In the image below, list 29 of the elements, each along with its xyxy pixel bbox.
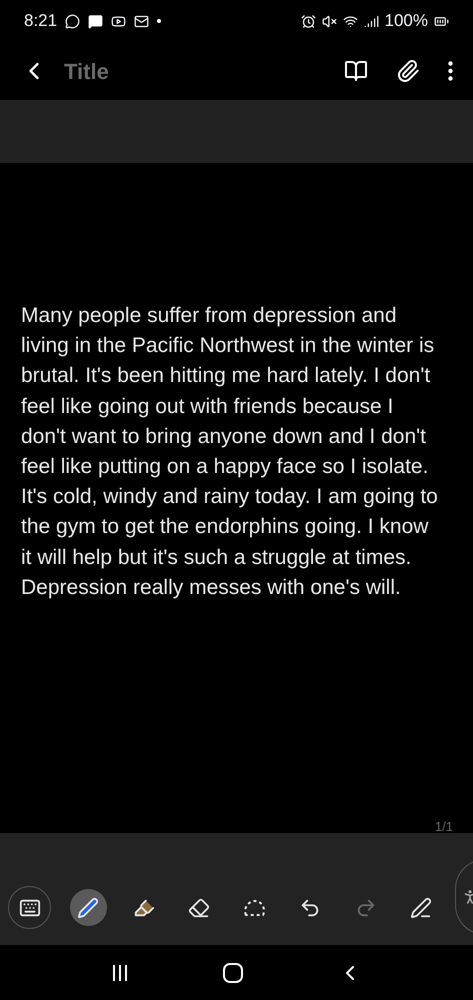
- wifi-icon: [342, 14, 358, 28]
- status-time: 8:21: [24, 10, 58, 32]
- paperclip-icon: [396, 59, 420, 83]
- message-icon: [88, 14, 104, 28]
- attach-button[interactable]: [396, 59, 420, 83]
- keyboard-tool-button[interactable]: [8, 886, 51, 929]
- home-button[interactable]: [223, 962, 244, 982]
- highlighter-icon: [132, 896, 155, 918]
- signal-icon: [364, 14, 379, 28]
- mail-icon: [134, 14, 150, 28]
- pen-tool-button[interactable]: [70, 889, 107, 926]
- video-icon: [111, 14, 126, 28]
- note-text: Many people suffer from depression and living in the Pacific Northwest in the winter is brutal. It's been hitting me hard lately. I don't feel like going out with friends because I don't want to bring anyone down and I don't feel like putting on a happy face so I isolate. It's cold, windy and rainy today. I am going to the gym to get the endorphins going. I know it will help but it's such a struggle at times. Depression really messes with one's will.: [20, 303, 439, 601]
- page-count: 1/1: [434, 818, 453, 836]
- home-icon: [223, 962, 244, 982]
- title-field[interactable]: Title: [64, 54, 264, 88]
- pen-icon: [77, 896, 100, 918]
- book-icon: [344, 59, 368, 83]
- more-icon: [448, 61, 453, 81]
- reading-mode-button[interactable]: [344, 59, 368, 83]
- recents-button[interactable]: [111, 964, 130, 982]
- eraser-icon: [188, 896, 210, 918]
- chat-icon: [65, 14, 80, 28]
- recents-icon: [111, 964, 130, 982]
- pen-text-icon: [410, 896, 432, 918]
- alarm-icon: [300, 14, 316, 28]
- more-button[interactable]: [448, 61, 453, 81]
- mute-icon: [322, 14, 337, 28]
- battery-percent: 100%: [384, 10, 428, 32]
